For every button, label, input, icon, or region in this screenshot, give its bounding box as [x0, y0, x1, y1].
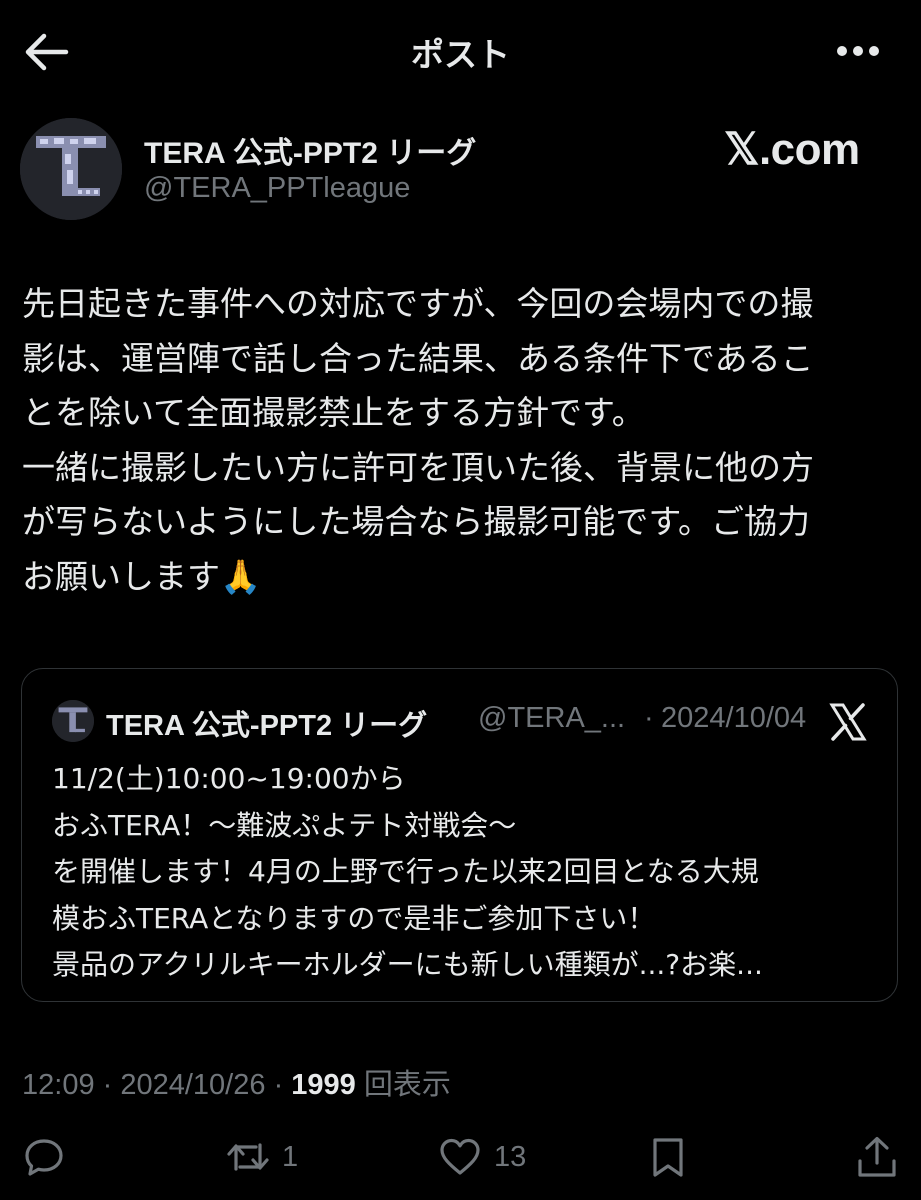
quoted-avatar	[52, 700, 94, 742]
quoted-line: 11/2(土)10:00~19:00から	[52, 762, 406, 795]
quoted-line: 模おふTERAとなりますので是非ご参加下さい！	[52, 901, 656, 935]
post-line: お願いします🙏	[22, 556, 262, 596]
meta-separator: ·	[265, 1069, 292, 1101]
post-date: 2024/10/26	[120, 1069, 266, 1101]
more-horizontal-icon	[837, 46, 847, 56]
avatar[interactable]	[20, 118, 122, 220]
repost-button[interactable]: 1	[226, 1132, 298, 1182]
post-line: 影は、運営陣で話し合った結果、ある条件下であるこ	[22, 338, 814, 378]
tera-logo-icon	[20, 118, 122, 220]
more-dot	[853, 46, 863, 56]
view-count-label: 回表示	[355, 1069, 451, 1101]
post-line: 先日起きた事件への対応ですが、今回の会場内での撮	[22, 284, 814, 323]
post-line: が写らないようにした場合なら撮影可能です。ご協力	[22, 502, 811, 541]
x-logo-icon	[826, 700, 870, 744]
like-button[interactable]: 13	[438, 1132, 526, 1182]
quoted-separator: ·	[644, 702, 654, 734]
post-meta: 12:09 · 2024/10/26 · 1999 回表示	[22, 1061, 451, 1103]
repost-icon	[227, 1143, 269, 1171]
quoted-display-name: TERA 公式-PPT2 リーグ	[106, 710, 428, 742]
more-options-button[interactable]	[834, 36, 892, 66]
bookmark-icon	[653, 1138, 683, 1177]
repost-count: 1	[282, 1140, 299, 1173]
author-handle[interactable]: @TERA_PPTleague	[144, 172, 410, 205]
heart-icon	[440, 1138, 480, 1175]
post-time: 12:09	[22, 1069, 95, 1101]
tera-logo-icon	[52, 700, 94, 742]
post-line: 一緒に撮影したい方に許可を頂いた後、背景に他の方	[22, 447, 814, 487]
meta-separator: ·	[94, 1069, 121, 1101]
bookmark-button[interactable]	[646, 1132, 690, 1182]
share-icon	[858, 1136, 896, 1177]
reply-button[interactable]	[22, 1132, 66, 1182]
more-dot	[869, 46, 879, 56]
view-count: 1999	[291, 1069, 356, 1101]
quoted-post-text: 11/2(土)10:00~19:00から おふTERA！～難波ぷよテト対戦会～ …	[52, 756, 882, 989]
quoted-line: 景品のアクリルキーホルダーにも新しい種類が...?お楽...	[52, 948, 763, 981]
post-line: とを除いて全面撮影禁止をする方針です。	[22, 393, 645, 432]
quoted-line: おふTERA！～難波ぷよテト対戦会～	[52, 808, 517, 842]
quoted-date: 2024/10/04	[661, 702, 807, 734]
reply-icon	[25, 1139, 63, 1176]
like-count: 13	[494, 1140, 527, 1173]
share-button[interactable]	[855, 1132, 899, 1182]
post-text: 先日起きた事件への対応ですが、今回の会場内での撮 影は、運営陣で話し合った結果、…	[22, 277, 902, 604]
quoted-handle: @TERA_...	[478, 702, 626, 734]
quoted-line: を開催します！4月の上野で行った以来2回目となる大規	[52, 855, 759, 888]
author-display-name[interactable]: TERA 公式-PPT2 リーグ	[144, 128, 476, 172]
x-com-watermark: 𝕏.com	[724, 125, 860, 174]
page-title: ポスト	[411, 36, 510, 73]
